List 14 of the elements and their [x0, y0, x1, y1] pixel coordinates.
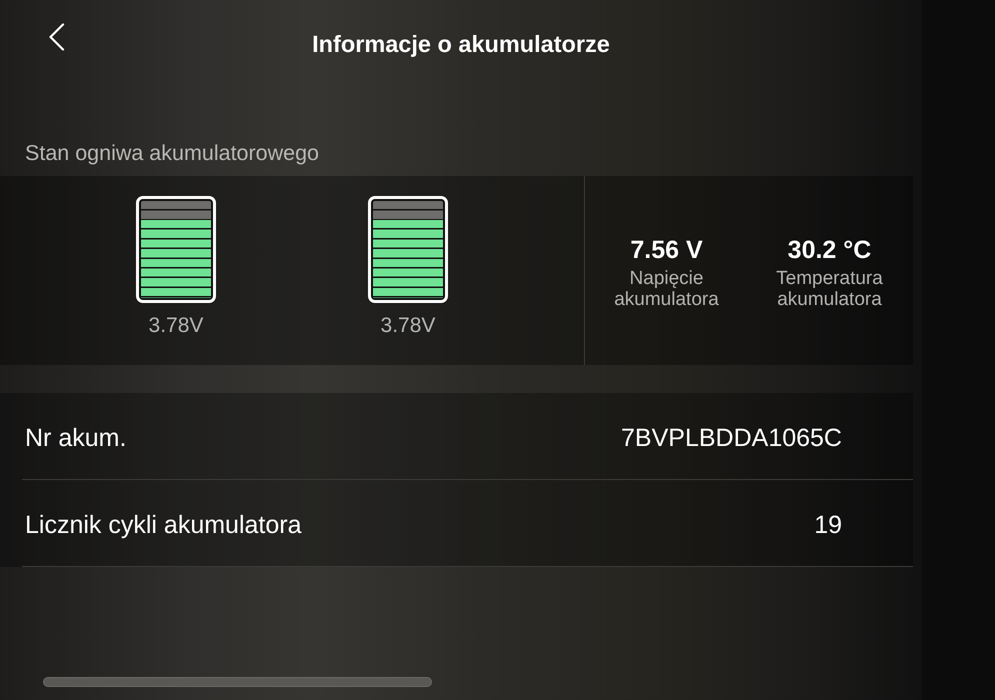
stat-label: Napięcie akumulatora: [613, 268, 720, 310]
stat-value: 30.2 °C: [788, 235, 872, 265]
page-title: Informacje o akumulatorze: [312, 30, 610, 59]
info-label: Nr akum.: [25, 423, 126, 453]
stat-value: 7.56 V: [630, 235, 703, 265]
stat-label: Temperatura akumulatora: [775, 268, 884, 310]
cell-voltage: 3.78V: [380, 313, 436, 339]
info-value: 7BVPLBDDA1065C: [621, 423, 842, 453]
back-icon: [48, 23, 65, 51]
cell-voltage: 3.78V: [148, 313, 204, 339]
info-value: 19: [814, 510, 842, 540]
horizontal-scrollbar[interactable]: [43, 677, 432, 687]
section-heading: Stan ogniwa akumulatorowego: [25, 140, 320, 166]
info-label: Licznik cykli akumulatora: [25, 510, 302, 540]
